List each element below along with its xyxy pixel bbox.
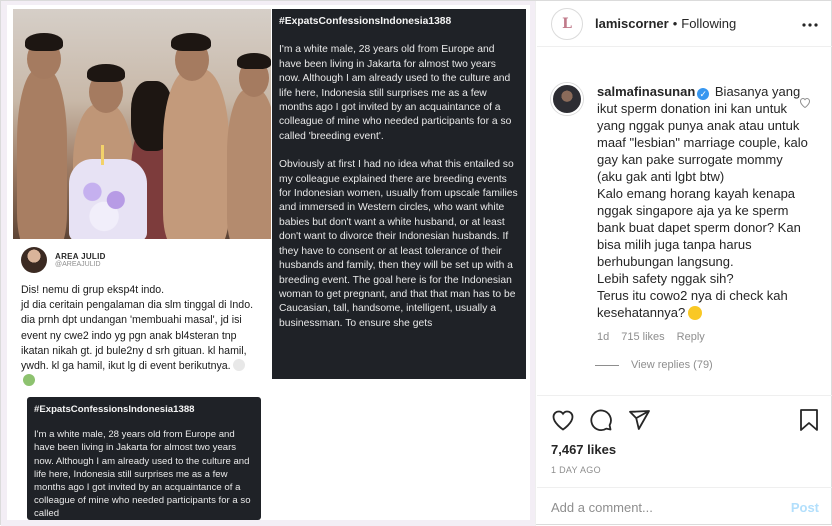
likes-count[interactable]: 7,467 likes	[551, 442, 819, 457]
confession-hashtag: #ExpatsConfessionsIndonesia1388	[279, 16, 452, 27]
post-date: 1 DAY AGO	[551, 465, 601, 475]
tweet-handle: @AREAJULID	[55, 261, 101, 268]
tweet-screenshot: AREA JULID @AREAJULID Dis! nemu di grup …	[13, 239, 265, 399]
person-figure	[163, 69, 229, 239]
author-avatar[interactable]: L	[551, 7, 583, 40]
person-hair	[171, 33, 211, 51]
person-figure	[227, 89, 271, 239]
post-image-area: AREA JULID @AREAJULID Dis! nemu di grup …	[1, 1, 536, 526]
confession-paragraph: Obviously at first I had no idea what th…	[279, 159, 518, 329]
comment-input[interactable]	[551, 499, 791, 515]
post-header: L lamiscorner • Following	[537, 1, 832, 47]
post-actions: 7,467 likes 1 DAY AGO	[537, 395, 832, 487]
confession-card-large: #ExpatsConfessionsIndonesia1388 I'm a wh…	[272, 9, 526, 379]
confession-paragraph: I'm a white male, 28 years old from Euro…	[279, 44, 512, 142]
view-replies-button[interactable]: View replies (79)	[551, 359, 819, 371]
replies-divider	[595, 364, 619, 366]
heart-icon[interactable]	[551, 409, 575, 431]
comment-text: salmafinasunan ✓ Biasanya yang ikut sperm…	[597, 83, 809, 321]
bookmark-icon[interactable]	[799, 408, 819, 432]
tweet-text: Dis! nemu di grup eksp4t indo. jd dia ce…	[21, 283, 257, 389]
following-button[interactable]: Following	[681, 16, 736, 31]
author-username[interactable]: lamiscorner	[595, 16, 669, 31]
comment-meta: 1d 715 likes Reply	[597, 331, 809, 343]
comment-icon[interactable]	[589, 408, 613, 432]
tweet-text-content: Dis! nemu di grup eksp4t indo. jd dia ce…	[21, 284, 254, 373]
commenter-username[interactable]: salmafinasunan	[597, 84, 695, 99]
add-comment-bar: Post	[537, 487, 832, 526]
person-hair	[25, 33, 63, 51]
flower-cake	[69, 159, 147, 239]
tweet-name: AREA JULID	[55, 252, 106, 261]
person-figure	[17, 69, 67, 239]
party-photo	[13, 9, 271, 239]
laughing-emoji-icon	[688, 306, 703, 320]
confession-hashtag: #ExpatsConfessionsIndonesia1388	[34, 404, 195, 415]
comment-age: 1d	[597, 331, 610, 343]
skull-emoji-icon	[232, 359, 245, 372]
person-hair	[87, 64, 125, 82]
share-icon[interactable]	[627, 408, 651, 432]
comment-likes[interactable]: 715 likes	[621, 331, 664, 343]
candle	[101, 145, 104, 165]
comment-item: salmafinasunan ✓ Biasanya yang ikut sperm…	[551, 83, 819, 343]
confession-card-small: #ExpatsConfessionsIndonesia1388 I'm a wh…	[27, 397, 261, 520]
comments-list: salmafinasunan ✓ Biasanya yang ikut sperm…	[537, 75, 832, 395]
confession-paragraph: I'm a white male, 28 years old from Euro…	[34, 429, 251, 520]
post-comment-button[interactable]: Post	[791, 500, 819, 515]
view-replies-label: View replies (79)	[631, 359, 713, 371]
commenter-avatar[interactable]	[551, 83, 583, 115]
sick-face-emoji-icon	[23, 374, 35, 387]
tweet-avatar	[21, 247, 47, 273]
separator-dot: •	[672, 16, 678, 31]
verified-icon: ✓	[697, 88, 710, 100]
more-horizontal-icon[interactable]	[801, 15, 819, 33]
instagram-post-window: AREA JULID @AREAJULID Dis! nemu di grup …	[0, 0, 832, 526]
reply-button[interactable]: Reply	[677, 331, 705, 343]
post-side-panel: L lamiscorner • Following salmafinasunan…	[537, 1, 832, 526]
author-logo: L	[562, 15, 572, 32]
post-image[interactable]: AREA JULID @AREAJULID Dis! nemu di grup …	[7, 5, 530, 520]
comment-heart-icon[interactable]	[799, 97, 811, 111]
person-hair	[237, 53, 271, 69]
comment-body: Biasanya yang ikut sperm donation ini ka…	[597, 84, 808, 320]
